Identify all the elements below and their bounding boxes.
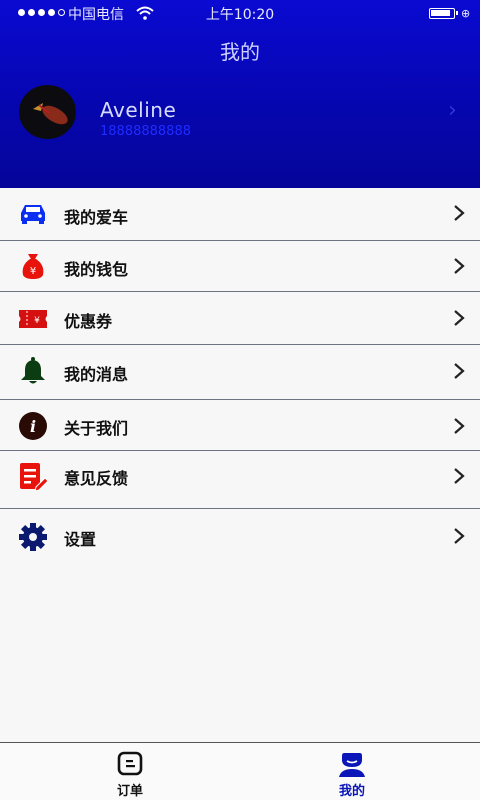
chevron-right-icon xyxy=(452,417,466,435)
svg-text:¥: ¥ xyxy=(30,266,36,277)
profile-chevron-icon[interactable]: › xyxy=(448,98,457,123)
menu-item-my-messages[interactable]: 我的消息 xyxy=(0,345,480,399)
chevron-right-icon xyxy=(452,309,466,327)
svg-text:i: i xyxy=(30,417,36,436)
menu-item-label: 我的爱车 xyxy=(64,208,129,227)
chevron-right-icon xyxy=(452,527,466,545)
clock: 上午10:20 xyxy=(205,7,275,23)
bottom-tab-bar: 订单 我的 xyxy=(0,742,480,800)
chevron-right-icon xyxy=(452,362,466,380)
orientation-lock-icon: ⊕ xyxy=(461,7,471,20)
menu-item-coupons[interactable]: ¥ 优惠券 xyxy=(0,292,480,344)
order-icon xyxy=(116,750,144,778)
profile-header: 中国电信 上午10:20 ⊕ 我的 Aveline 18888888888 › xyxy=(0,0,480,188)
tab-label: 订单 xyxy=(116,784,143,799)
feedback-icon xyxy=(18,462,49,492)
menu-item-my-wallet[interactable]: ¥ 我的钱包 xyxy=(0,241,480,291)
profile-icon xyxy=(338,750,366,778)
tab-orders[interactable]: 订单 xyxy=(10,743,250,800)
user-name: Aveline xyxy=(100,98,177,122)
car-icon xyxy=(18,199,48,229)
money-bag-icon: ¥ xyxy=(18,251,48,281)
menu-item-label: 设置 xyxy=(64,530,97,549)
page-title: 我的 xyxy=(220,40,260,64)
chevron-right-icon xyxy=(452,467,466,485)
menu-item-about-us[interactable]: i 关于我们 xyxy=(0,400,480,450)
menu-item-label: 关于我们 xyxy=(64,419,129,438)
menu-item-label: 意见反馈 xyxy=(64,469,129,488)
menu-item-label: 优惠券 xyxy=(64,312,113,331)
chevron-right-icon xyxy=(452,257,466,275)
menu-item-my-car[interactable]: 我的爱车 xyxy=(0,188,480,240)
menu-item-settings[interactable]: 设置 xyxy=(0,509,480,565)
tab-mine[interactable]: 我的 xyxy=(232,743,472,800)
menu-item-label: 我的钱包 xyxy=(64,260,129,279)
status-bar: 中国电信 上午10:20 ⊕ xyxy=(0,0,480,26)
user-phone: 18888888888 xyxy=(100,124,191,139)
svg-text:¥: ¥ xyxy=(34,316,40,326)
avatar[interactable] xyxy=(19,85,76,139)
avatar-image xyxy=(33,103,68,125)
bell-icon xyxy=(18,356,48,386)
info-icon: i xyxy=(18,411,48,441)
menu-item-feedback[interactable]: 意见反馈 xyxy=(0,451,480,507)
tab-label: 我的 xyxy=(338,784,365,799)
gear-icon xyxy=(18,522,48,552)
coupon-icon: ¥ xyxy=(18,304,48,334)
chevron-right-icon xyxy=(452,204,466,222)
battery-icon xyxy=(429,8,458,19)
menu-item-label: 我的消息 xyxy=(64,365,129,384)
